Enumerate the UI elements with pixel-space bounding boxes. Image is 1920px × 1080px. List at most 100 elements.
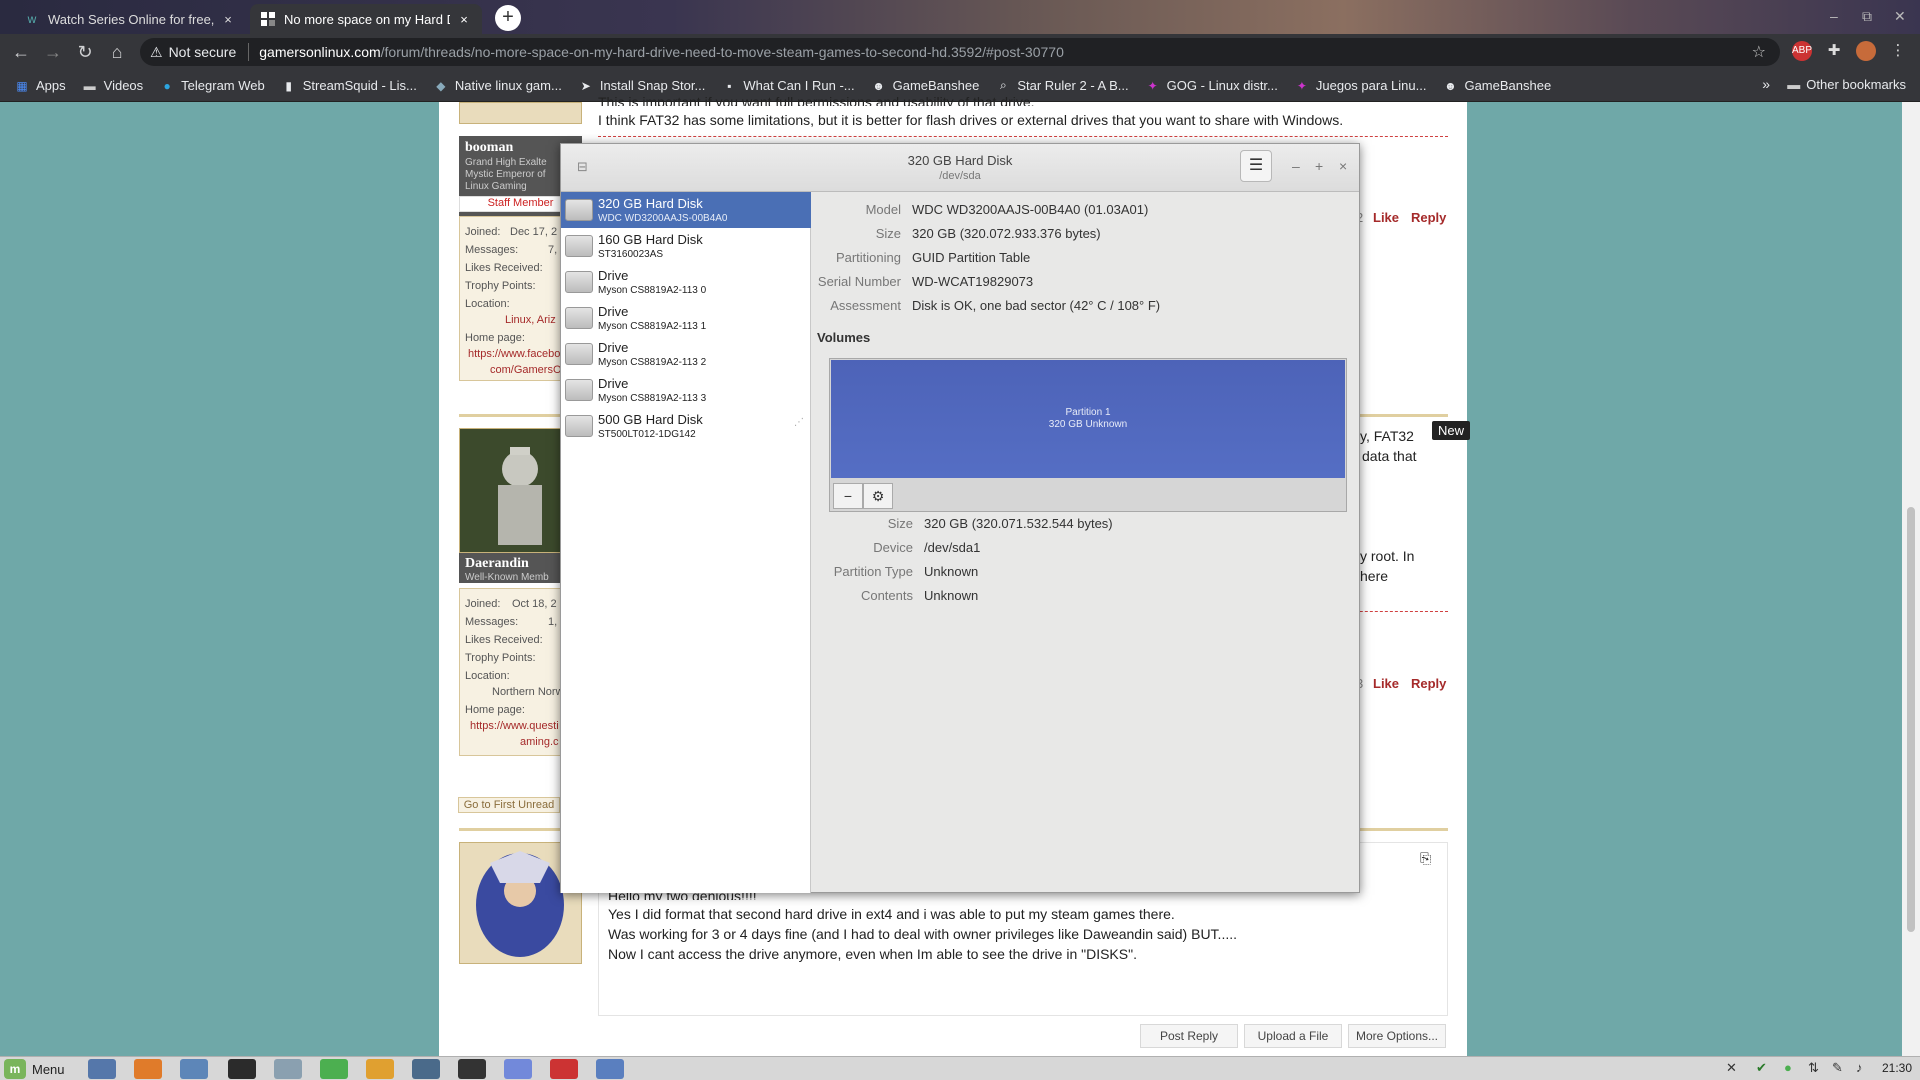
system-tool-icon[interactable] (274, 1059, 302, 1079)
bookmark-gamebanshee-2[interactable]: ☻ GameBanshee (1442, 78, 1551, 94)
minimize-window-icon[interactable]: – (1830, 8, 1838, 24)
address-bar[interactable]: ⚠ Not secure gamersonlinux.com /forum/th… (140, 38, 1780, 66)
scrollbar-thumb[interactable] (1907, 507, 1915, 932)
homepage-link[interactable]: https://www.facebo (468, 348, 560, 360)
drive-name: 320 GB Hard Disk (598, 196, 703, 211)
profile-avatar[interactable] (1856, 41, 1876, 61)
partition-settings-gear-icon[interactable]: ⚙ (863, 483, 893, 509)
drive-item-myson-2[interactable]: Drive Myson CS8819A2-113 2 (561, 336, 811, 372)
file-manager-icon[interactable] (180, 1059, 208, 1079)
location-link[interactable]: Northern Norw (492, 686, 564, 698)
browser-menu-icon[interactable]: ⋮ (1888, 41, 1908, 61)
adblock-extension-icon[interactable]: ABP (1792, 41, 1812, 61)
gamebanshee-icon: ☻ (1444, 78, 1457, 93)
reply-text[interactable]: Was working for 3 or 4 days fine (and I … (608, 926, 1237, 942)
page-scrollbar[interactable] (1902, 102, 1920, 1056)
not-secure-label[interactable]: Not secure (169, 44, 237, 60)
avatar[interactable] (459, 102, 582, 124)
messages-label: Messages: (465, 244, 519, 256)
bookmark-native-linux[interactable]: ◆ Native linux gam... (433, 78, 562, 94)
drive-model: WDC WD3200AAJS-00B4A0 (598, 213, 728, 224)
serial-number-value: WD-WCAT19829073 (912, 274, 1034, 289)
resize-grip-icon[interactable]: ⋰ (794, 417, 804, 428)
volume-icon[interactable]: ♪ (1856, 1060, 1863, 1075)
like-button[interactable]: Like (1373, 210, 1399, 225)
new-tab-button[interactable]: + (495, 5, 521, 31)
go-first-unread-button[interactable]: Go to First Unread (458, 797, 560, 813)
hard-disk-icon (565, 415, 593, 437)
bookmark-gog[interactable]: ✦ GOG - Linux distr... (1145, 78, 1278, 94)
reply-button[interactable]: Reply (1411, 210, 1446, 225)
taskbar: m Menu ✕ ✔ ● ⇅ ✎ ♪ 21:30 (0, 1056, 1920, 1080)
more-bookmarks-chevron-icon[interactable]: » (1762, 76, 1770, 92)
chrome-tray-icon[interactable]: ● (1784, 1060, 1792, 1075)
reply-text[interactable]: Yes I did format that second hard drive … (608, 906, 1175, 922)
bookmark-apps[interactable]: ▦ Apps (14, 78, 65, 94)
bookmark-telegram[interactable]: ● Telegram Web (159, 78, 265, 94)
post-reply-button[interactable]: Post Reply (1140, 1024, 1238, 1048)
bookmark-streamsquid[interactable]: ▮ StreamSquid - Lis... (281, 78, 416, 94)
discord-icon[interactable] (504, 1059, 532, 1079)
start-menu-button[interactable]: m Menu (4, 1059, 65, 1079)
disks-app-icon[interactable] (596, 1059, 624, 1079)
drive-item-myson-3[interactable]: Drive Myson CS8819A2-113 3 (561, 372, 811, 408)
firefox-icon[interactable] (134, 1059, 162, 1079)
username[interactable]: Daerandin (465, 556, 529, 572)
homepage-label: Home page: (465, 704, 525, 716)
tab-close-icon[interactable]: × (220, 12, 236, 27)
back-arrow-icon[interactable]: ← (10, 41, 32, 63)
remove-partition-button[interactable]: − (833, 483, 863, 509)
bookmark-gamebanshee[interactable]: ☻ GameBanshee (871, 78, 979, 94)
reply-button[interactable]: Reply (1411, 676, 1446, 691)
homepage-link[interactable]: https://www.questi (470, 720, 559, 732)
hamburger-menu-icon[interactable]: ☰ (1240, 150, 1272, 182)
more-options-button[interactable]: More Options... (1348, 1024, 1446, 1048)
maximize-icon[interactable]: + (1315, 158, 1323, 174)
like-button[interactable]: Like (1373, 676, 1399, 691)
bookmark-snap-store[interactable]: ➤ Install Snap Stor... (578, 78, 706, 94)
home-icon[interactable]: ⌂ (106, 41, 128, 63)
tab-close-icon[interactable]: × (456, 12, 472, 27)
username[interactable]: booman (465, 140, 513, 156)
location-link[interactable]: Linux, Ariz (505, 314, 556, 326)
bookmark-juegos[interactable]: ✦ Juegos para Linu... (1294, 78, 1427, 94)
gift-app-icon[interactable] (550, 1059, 578, 1079)
reply-text[interactable]: Now I cant access the drive anymore, eve… (608, 946, 1137, 962)
post-text: This is important if you want full permi… (598, 94, 1035, 106)
other-bookmarks[interactable]: ▬ Other bookmarks (1787, 77, 1906, 92)
bookmark-what-can-i-run[interactable]: ▪ What Can I Run -... (721, 78, 854, 94)
forward-arrow-icon[interactable]: → (42, 41, 64, 63)
bookmark-label: GameBanshee (1464, 78, 1552, 93)
bookmark-star-ruler[interactable]: ⌕ Star Ruler 2 - A B... (995, 78, 1129, 94)
reload-icon[interactable]: ↻ (74, 41, 96, 63)
steam-icon[interactable] (458, 1059, 486, 1079)
chrome-icon[interactable] (320, 1059, 348, 1079)
partition-block[interactable]: Partition 1 320 GB Unknown (831, 360, 1345, 478)
terminal-icon[interactable] (228, 1059, 256, 1079)
media-player-icon[interactable] (366, 1059, 394, 1079)
close-icon[interactable]: × (1339, 158, 1347, 174)
shield-check-icon[interactable]: ✔ (1756, 1060, 1767, 1076)
tab-gamersonlinux[interactable]: No more space on my Hard Dri × (250, 4, 482, 34)
trophy-label: Trophy Points: (465, 652, 536, 664)
drive-item-500gb[interactable]: 500 GB Hard Disk ST500LT012-1DG142 (561, 408, 811, 444)
other-bookmarks-label: Other bookmarks (1806, 77, 1906, 92)
network-icon[interactable]: ⇅ (1808, 1060, 1819, 1076)
close-window-icon[interactable]: ✕ (1894, 8, 1906, 25)
upload-file-button[interactable]: Upload a File (1244, 1024, 1342, 1048)
show-desktop-icon[interactable] (88, 1059, 116, 1079)
pen-icon[interactable]: ✎ (1832, 1060, 1843, 1076)
bookmark-videos[interactable]: ▬ Videos (82, 78, 144, 94)
bookmark-star-icon[interactable]: ☆ (1752, 42, 1766, 62)
tab-watch-series[interactable]: w Watch Series Online for free, f × (14, 4, 246, 34)
restore-window-icon[interactable]: ⧉ (1862, 8, 1872, 25)
disks-titlebar[interactable]: ⊟ 320 GB Hard Disk /dev/sda ☰ – + × (561, 144, 1359, 192)
extensions-puzzle-icon[interactable]: ✚ (1824, 41, 1844, 61)
minimize-icon[interactable]: – (1292, 158, 1300, 174)
homepage-link[interactable]: aming.c (520, 736, 559, 748)
reply-editor-icon[interactable]: ⎘ (1420, 850, 1431, 867)
game-launcher-icon[interactable] (412, 1059, 440, 1079)
close-notification-icon[interactable]: ✕ (1726, 1060, 1737, 1076)
bookmark-label: Juegos para Linu... (1315, 78, 1427, 93)
clock[interactable]: 21:30 (1882, 1061, 1912, 1075)
